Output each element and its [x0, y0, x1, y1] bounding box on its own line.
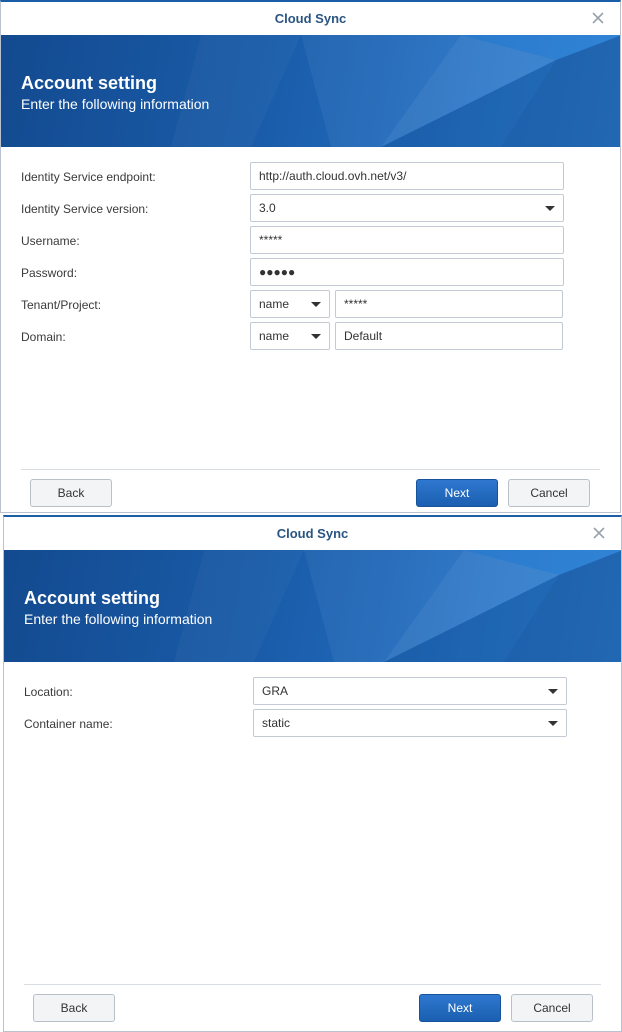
tenant-label: Tenant/Project: — [21, 298, 102, 312]
cloud-sync-dialog-2: Cloud Sync Account setting Enter the fol… — [3, 515, 622, 1032]
cancel-button[interactable]: Cancel — [511, 994, 593, 1022]
container-select[interactable]: static — [253, 709, 567, 737]
container-value: static — [262, 716, 291, 730]
version-value: 3.0 — [259, 201, 276, 215]
banner-subtitle: Enter the following information — [21, 96, 210, 112]
version-label: Identity Service version: — [21, 202, 149, 216]
location-value: GRA — [262, 684, 289, 698]
domain-value: Default — [344, 329, 383, 343]
footer-divider — [24, 984, 601, 985]
password-value: ●●●●● — [259, 265, 296, 279]
back-button[interactable]: Back — [30, 479, 112, 507]
header-banner: Account setting Enter the following info… — [4, 550, 621, 662]
domain-input[interactable]: Default — [335, 322, 563, 350]
tenant-type-value: name — [259, 297, 290, 311]
endpoint-input[interactable]: http://auth.cloud.ovh.net/v3/ — [250, 162, 564, 190]
close-icon[interactable] — [591, 525, 607, 541]
cancel-button[interactable]: Cancel — [508, 479, 590, 507]
domain-type-value: name — [259, 329, 290, 343]
chevron-down-icon — [548, 721, 558, 726]
next-button[interactable]: Next — [419, 994, 501, 1022]
header-banner: Account setting Enter the following info… — [1, 35, 620, 147]
banner-subtitle: Enter the following information — [24, 611, 213, 627]
version-select[interactable]: 3.0 — [250, 194, 564, 222]
endpoint-value: http://auth.cloud.ovh.net/v3/ — [259, 169, 407, 183]
next-button[interactable]: Next — [416, 479, 498, 507]
chevron-down-icon — [545, 206, 555, 211]
tenant-input[interactable]: ***** — [335, 290, 563, 318]
domain-type-select[interactable]: name — [250, 322, 330, 350]
chevron-down-icon — [548, 689, 558, 694]
password-label: Password: — [21, 266, 78, 280]
close-icon[interactable] — [590, 10, 606, 26]
cloud-sync-dialog-1: Cloud Sync Account setting Enter the fol… — [0, 0, 621, 513]
tenant-type-select[interactable]: name — [250, 290, 330, 318]
tenant-value: ***** — [344, 297, 368, 311]
footer-divider — [21, 469, 600, 470]
container-label: Container name: — [24, 717, 113, 731]
domain-label: Domain: — [21, 330, 66, 344]
chevron-down-icon — [311, 334, 321, 339]
dialog-title: Cloud Sync — [1, 2, 620, 35]
username-value: ***** — [259, 233, 283, 247]
password-input[interactable]: ●●●●● — [250, 258, 564, 286]
username-input[interactable]: ***** — [250, 226, 564, 254]
back-button[interactable]: Back — [33, 994, 115, 1022]
username-label: Username: — [21, 234, 80, 248]
chevron-down-icon — [311, 302, 321, 307]
banner-title: Account setting — [21, 73, 158, 93]
dialog-title: Cloud Sync — [4, 517, 621, 550]
banner-title: Account setting — [24, 588, 161, 608]
location-label: Location: — [24, 685, 73, 699]
location-select[interactable]: GRA — [253, 677, 567, 705]
endpoint-label: Identity Service endpoint: — [21, 170, 156, 184]
